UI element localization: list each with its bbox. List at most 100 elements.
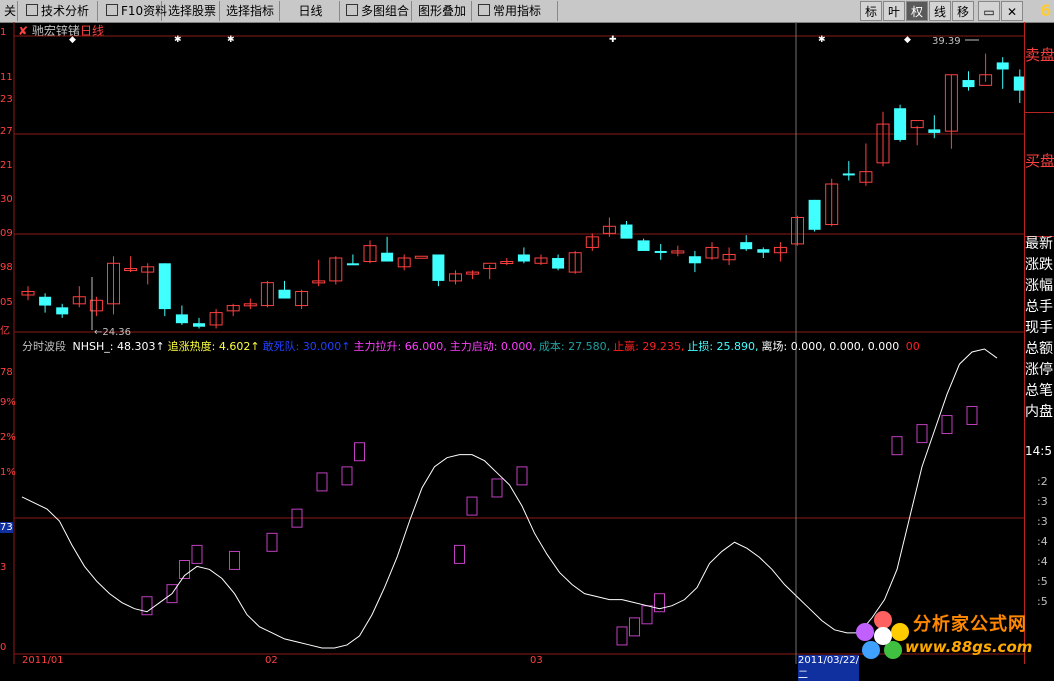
candle-body — [637, 240, 650, 251]
candle — [414, 255, 428, 259]
candle — [483, 262, 497, 280]
candle — [295, 289, 309, 310]
candle — [859, 143, 873, 186]
candle — [363, 240, 377, 264]
leaf-button[interactable]: 叶 — [883, 1, 905, 21]
candle-body — [278, 289, 291, 299]
time-ticks: :2:3:3:4:4:5:5 — [1037, 472, 1048, 612]
buy-panel[interactable]: 买盘 — [1025, 126, 1054, 237]
left-axis-label: 27 — [0, 126, 13, 137]
date-label: 2011/03/22/二 — [798, 655, 860, 681]
left-axis-label: 9% — [0, 397, 16, 408]
multi-chart-label: 多图组合 — [361, 4, 410, 18]
time-tick: :4 — [1037, 535, 1048, 548]
wave-box — [616, 626, 628, 646]
candle-body — [175, 314, 188, 324]
candle — [928, 115, 941, 139]
quote-list-item: 涨停 — [1025, 362, 1053, 378]
wave-box — [916, 424, 928, 444]
candle — [808, 199, 821, 232]
candle — [894, 104, 907, 142]
quote-list-item: 现手 — [1025, 320, 1053, 336]
candle — [346, 254, 359, 266]
high-price-annotation: 39.39 — [932, 36, 961, 47]
candle-body — [1013, 76, 1024, 91]
candle — [791, 215, 804, 246]
sell-panel[interactable]: 卖盘 — [1025, 22, 1054, 113]
candle — [585, 233, 599, 251]
signal-marker-icon: ✱ — [227, 35, 235, 45]
candle — [620, 221, 633, 239]
indicator-value: 00 — [902, 340, 920, 353]
common-indicator-menu[interactable]: 常用指标 — [474, 1, 558, 21]
candle-body — [39, 296, 52, 306]
corner-number: 6 — [1040, 1, 1052, 20]
candle — [534, 254, 548, 266]
watermark-title: 分析家公式网 — [913, 614, 1027, 635]
candle — [842, 161, 855, 181]
candle — [825, 178, 839, 227]
candle — [397, 254, 411, 271]
indicator-value: 成本: 27.580, — [538, 340, 611, 353]
line-button[interactable]: 线 — [929, 1, 951, 21]
candle — [568, 250, 582, 274]
quote-list-item: 最新 — [1025, 236, 1053, 252]
window-icon[interactable]: ▭ — [978, 1, 1000, 21]
left-axis-label: 05 — [0, 297, 13, 308]
wave-box — [341, 466, 353, 486]
left-axis-label: 30 — [0, 194, 13, 205]
candle — [1013, 69, 1024, 103]
candle — [876, 111, 890, 167]
overlay-button[interactable]: 图形叠加 — [414, 1, 472, 21]
f10-label: F10资料 — [121, 4, 168, 18]
label-button[interactable]: 标 — [860, 1, 882, 21]
candle-body — [517, 254, 530, 262]
candle — [517, 247, 530, 264]
daily-period-button[interactable]: 日线 — [282, 1, 340, 21]
wave-box — [454, 544, 465, 564]
time-tick: :4 — [1037, 555, 1048, 568]
candle — [329, 256, 343, 285]
candle — [671, 245, 685, 257]
candle-body — [688, 256, 701, 264]
select-indicator-button[interactable]: 选择指标 — [222, 1, 280, 21]
candle-body — [56, 307, 69, 315]
f10-menu[interactable]: F10资料 — [102, 1, 167, 21]
candle-body — [620, 224, 633, 239]
select-stock-button[interactable]: 选择股票 — [164, 1, 220, 21]
toolbar: 关 技术分析 F10资料 选择股票 选择指标 日线 多图组合 图形叠加 常用指标… — [0, 0, 1054, 23]
candle — [381, 236, 394, 262]
common-indicator-label: 常用指标 — [493, 4, 542, 18]
candle-body — [894, 108, 907, 140]
quote-list-item: 涨跌 — [1025, 257, 1053, 273]
candle-body — [962, 80, 975, 88]
wave-box — [191, 544, 203, 564]
wave-box — [516, 466, 528, 486]
indicator-value: 追涨热度: 4.602↑ — [167, 340, 260, 353]
toolbar-first-button[interactable]: 关 — [0, 1, 18, 21]
technical-analysis-menu[interactable]: 技术分析 — [22, 1, 98, 21]
left-axis-label: 1% — [0, 467, 16, 478]
low-price-annotation: ←24.36 — [94, 327, 131, 338]
candle — [757, 247, 770, 258]
move-button[interactable]: 移 — [952, 1, 974, 21]
technical-analysis-label: 技术分析 — [41, 4, 90, 18]
close-icon[interactable]: ✕ — [1001, 1, 1023, 21]
menu-icon — [26, 4, 38, 16]
candle — [260, 280, 274, 308]
quote-list-item: 总笔 — [1025, 383, 1053, 399]
indicator-header: 分时波段 NHSH_: 48.303↑ 追涨热度: 4.602↑ 敢死队: 30.0… — [22, 338, 926, 354]
candle-body — [928, 129, 941, 133]
quote-list-item: 总手 — [1025, 299, 1053, 315]
left-axis-label: 1 — [0, 27, 7, 38]
time-tick: :3 — [1037, 515, 1048, 528]
candle-body — [842, 173, 855, 176]
candle — [312, 259, 326, 287]
quote-list-item: 涨幅 — [1025, 278, 1053, 294]
candle-body — [740, 242, 753, 250]
left-axis-label: 亿 — [0, 326, 10, 337]
multi-chart-menu[interactable]: 多图组合 — [342, 1, 412, 21]
candle — [500, 258, 514, 266]
rights-button[interactable]: 权 — [906, 1, 928, 21]
candle — [56, 303, 69, 318]
